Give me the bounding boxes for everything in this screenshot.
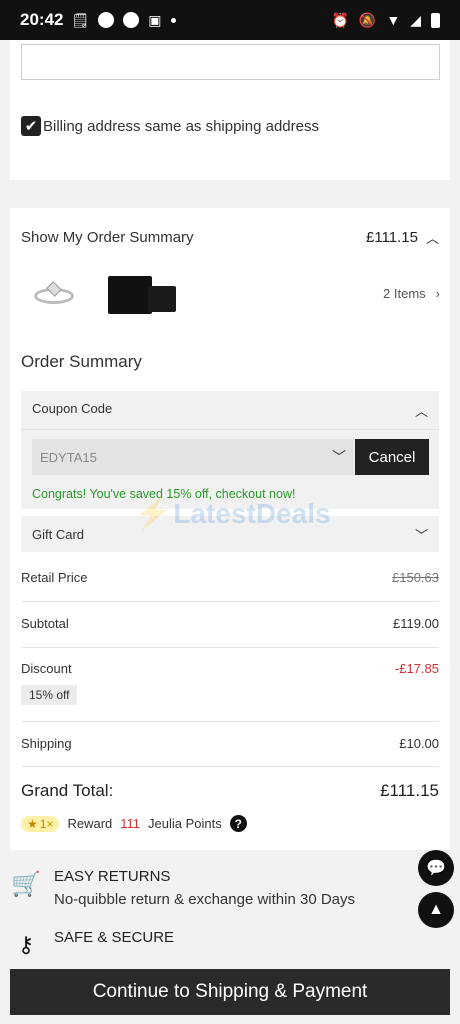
question-icon[interactable]: ? (229, 815, 247, 832)
cart-icon: 🛒 (11, 870, 41, 898)
subtotal-label: Subtotal (21, 616, 69, 631)
gift-box-thumbnail[interactable] (108, 272, 178, 318)
coupon-panel: Coupon Code ︿ EDYTA15 ﹀ Cancel Congrats!… (21, 391, 439, 509)
divider (21, 601, 439, 602)
retail-price-row: Retail Price £150.63 (21, 570, 439, 585)
star-icon: ★ (27, 816, 38, 831)
chevron-up-icon[interactable]: ︿ (415, 401, 428, 420)
order-summary-toggle-title: Show My Order Summary (21, 229, 194, 246)
easy-returns-text: EASY RETURNS No-quibble return & exchang… (54, 868, 355, 908)
soccer-ball-icon (123, 12, 140, 28)
chevron-up-icon[interactable]: ︿ (426, 228, 439, 247)
reward-multiplier: 1× (39, 816, 54, 831)
order-summary-toggle-total: £111.15 (365, 229, 418, 246)
retail-price-value: £150.63 (392, 570, 439, 585)
gift-box-small (148, 286, 176, 312)
discount-row: Discount -£17.85 (21, 661, 439, 676)
address-input[interactable] (21, 44, 440, 80)
items-count: 2 Items (383, 286, 426, 301)
grand-total-row: Grand Total: £111.15 (21, 781, 439, 801)
billing-same-row[interactable]: ✔ Billing address same as shipping addre… (21, 116, 319, 136)
easy-returns-desc: No-quibble return & exchange within 30 D… (54, 891, 356, 908)
gift-box-large (108, 276, 152, 314)
notes-icon: 🗒 (71, 11, 90, 28)
coupon-divider (21, 429, 439, 430)
divider (21, 766, 439, 767)
grand-total-value: £111.15 (380, 781, 439, 800)
safe-secure-text: SAFE & SECURE (54, 929, 174, 961)
reward-points: 111 (120, 816, 141, 831)
coupon-code-select[interactable]: EDYTA15 ﹀ (32, 439, 354, 475)
wifi-icon: ▼ (386, 12, 401, 28)
circle-app-icon (98, 12, 115, 28)
coupon-code-value: EDYTA15 (40, 449, 97, 465)
mute-icon: 🔕 (358, 11, 377, 28)
address-card: ✔ Billing address same as shipping addre… (10, 40, 450, 180)
order-summary-card: Show My Order Summary £111.15 ︿ 2 Items … (10, 208, 450, 850)
chevron-right-icon: › (435, 286, 440, 301)
chat-button[interactable]: 💬 (418, 850, 454, 886)
divider (21, 721, 439, 722)
discount-value: -£17.85 (394, 661, 439, 676)
items-link[interactable]: 2 Items › (383, 286, 440, 301)
scroll-top-button[interactable]: ▲ (418, 892, 454, 928)
subtotal-value: £119.00 (392, 616, 439, 631)
coupon-header[interactable]: Coupon Code ︿ (32, 401, 428, 420)
order-summary-title: Order Summary (21, 352, 142, 371)
status-time: 20:42 (20, 10, 64, 29)
retail-price-label: Retail Price (21, 570, 88, 585)
system-icons: ⏰ 🔕 ▼ ◢ (331, 12, 440, 29)
status-bar: 20:42 🗒 ▣ ⏰ 🔕 ▼ ◢ (0, 0, 460, 40)
billing-same-label: Billing address same as shipping address (43, 117, 319, 135)
safe-secure-title: SAFE & SECURE (54, 929, 175, 946)
order-summary-toggle[interactable]: Show My Order Summary £111.15 ︿ (21, 228, 439, 247)
gift-card-label: Gift Card (32, 526, 85, 542)
key-icon: ⚷ (17, 932, 35, 957)
ring-thumbnail[interactable] (32, 278, 76, 312)
divider (21, 647, 439, 648)
notification-icons: 🗒 ▣ (71, 11, 176, 29)
continue-to-shipping-button[interactable]: Continue to Shipping & Payment (10, 969, 450, 1015)
shipping-value: £10.00 (399, 736, 439, 751)
coupon-label: Coupon Code (32, 401, 113, 416)
easy-returns-title: EASY RETURNS (54, 868, 171, 885)
more-notifications-icon (170, 17, 176, 23)
easy-returns-feature: 🛒 EASY RETURNS No-quibble return & excha… (10, 868, 355, 908)
shipping-label: Shipping (21, 736, 72, 751)
reward-multiplier-badge: ★ 1× (21, 815, 60, 832)
check-icon[interactable]: ✔ (21, 116, 41, 136)
reward-prefix: Reward (67, 816, 113, 831)
subtotal-row: Subtotal £119.00 (21, 616, 439, 631)
chat-icon: 💬 (426, 860, 446, 877)
safe-secure-feature: ⚷ SAFE & SECURE (10, 929, 174, 961)
reward-row: ★ 1× Reward 111 Jeulia Points ? (21, 815, 247, 832)
cancel-coupon-button[interactable]: Cancel (355, 439, 429, 475)
product-thumbnails (32, 272, 178, 318)
battery-icon (431, 12, 440, 28)
signal-icon: ◢ (410, 11, 421, 28)
chevron-down-icon[interactable]: ﹀ (415, 525, 428, 544)
reward-suffix: Jeulia Points (148, 816, 222, 831)
alarm-icon: ⏰ (331, 11, 349, 28)
coupon-success-message: Congrats! You've saved 15% off, checkout… (32, 487, 296, 501)
shipping-row: Shipping £10.00 (21, 736, 439, 751)
grand-total-label: Grand Total: (21, 781, 114, 800)
gift-card-panel[interactable]: Gift Card ﹀ (21, 516, 439, 552)
chevron-down-icon: ﹀ (332, 449, 346, 465)
discount-label: Discount (21, 661, 72, 676)
discount-badge: 15% off (21, 685, 78, 705)
arrow-up-icon: ▲ (428, 901, 444, 918)
message-icon: ▣ (148, 11, 162, 28)
